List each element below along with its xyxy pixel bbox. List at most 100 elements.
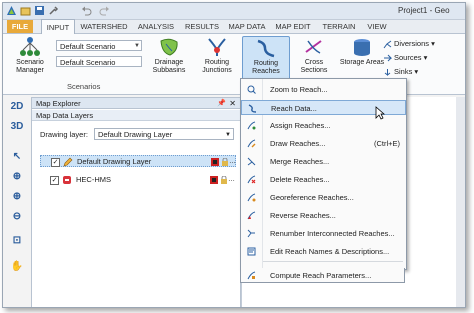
- menu-item-zoom-to-reach[interactable]: Zoom to Reach...: [241, 82, 406, 97]
- tab-watershed[interactable]: WATERSHED: [79, 20, 129, 33]
- view-3d-button[interactable]: 3D: [7, 119, 27, 135]
- layer-checkbox[interactable]: ✓: [51, 158, 60, 167]
- close-icon[interactable]: ✕: [229, 98, 236, 109]
- scenario-combo-2[interactable]: Default Scenario: [56, 56, 142, 67]
- menu-item-label: Draw Reaches...: [270, 139, 326, 148]
- routing-junctions-label: Routing Junctions: [202, 59, 232, 74]
- zoom-icon[interactable]: ⊕: [7, 169, 27, 185]
- diversions-label: Diversions: [394, 39, 430, 48]
- menu-item-assign-reaches[interactable]: Assign Reaches...: [241, 118, 406, 133]
- layer-name: Default Drawing Layer: [77, 157, 152, 166]
- select-pointer-icon[interactable]: ↖: [7, 149, 27, 165]
- tab-file[interactable]: FILE: [7, 20, 33, 33]
- menu-separator: [263, 261, 403, 262]
- tab-map-data[interactable]: MAP DATA: [227, 20, 267, 33]
- hec-hms-icon: [63, 176, 71, 184]
- drainage-subbasins-icon: [160, 38, 178, 56]
- menu-item-edit-reach-names[interactable]: Edit Reach Names & Descriptions...: [241, 244, 406, 259]
- drawing-layer-label: Drawing layer:: [40, 130, 88, 139]
- storage-areas-button[interactable]: Storage Areas: [339, 36, 385, 80]
- mouse-cursor-icon: [375, 106, 385, 120]
- sources-button[interactable]: Sources ▾: [383, 52, 427, 63]
- window-title: Project1 - Geo: [398, 6, 450, 15]
- layer-row[interactable]: ✓ Default Drawing Layer …: [40, 155, 236, 167]
- sinks-icon: [384, 68, 391, 76]
- color-icon[interactable]: [211, 158, 219, 166]
- open-icon[interactable]: [20, 5, 31, 16]
- app-window: Project1 - Geo FILE INPUT WATERSHED ANAL…: [2, 2, 466, 308]
- menu-item-label: Delete Reaches...: [270, 175, 330, 184]
- scenarios-group-label: Scenarios: [67, 82, 101, 91]
- drainage-subbasins-label: Drainage Subbasins: [152, 59, 186, 74]
- menu-item-label: Compute Reach Parameters...: [270, 271, 372, 280]
- menu-item-delete-reaches[interactable]: Delete Reaches...: [241, 172, 406, 187]
- layer-name: HEC-HMS: [76, 175, 111, 184]
- undo-icon[interactable]: [81, 5, 92, 16]
- drawing-layer-select[interactable]: Default Drawing Layer ▼: [94, 128, 234, 140]
- menu-item-label: Assign Reaches...: [270, 121, 331, 130]
- zoom-out-icon[interactable]: ⊖: [7, 209, 27, 225]
- scenario-combo-1-value: Default Scenario: [60, 42, 116, 51]
- cross-sections-icon: [305, 40, 322, 54]
- draw-reach-icon: [247, 139, 256, 148]
- scenario-manager-button[interactable]: Scenario Manager: [7, 36, 53, 80]
- scenario-manager-icon: [20, 37, 40, 56]
- scenario-combo-1[interactable]: Default Scenario ▼: [56, 40, 142, 51]
- reach-data-icon: [248, 104, 257, 113]
- delete-reach-icon: [247, 175, 256, 184]
- tab-analysis[interactable]: ANALYSIS: [135, 20, 177, 33]
- menu-item-merge-reaches[interactable]: Merge Reaches...: [241, 154, 406, 169]
- save-icon[interactable]: [34, 5, 45, 16]
- chevron-down-icon[interactable]: ▼: [225, 129, 231, 141]
- map-data-layers-header: Map Data Layers: [32, 110, 240, 121]
- redo-icon[interactable]: [99, 5, 110, 16]
- tab-view[interactable]: VIEW: [365, 20, 389, 33]
- map-explorer-panel: Map Explorer 📌 ✕ Map Data Layers Drawing l…: [31, 97, 241, 307]
- diversions-button[interactable]: Diversions ▾: [383, 38, 435, 49]
- merge-reach-icon: [247, 157, 256, 166]
- routing-junctions-button[interactable]: Routing Junctions: [194, 36, 240, 80]
- tab-terrain[interactable]: TERRAIN: [319, 20, 359, 33]
- menu-item-renumber-reaches[interactable]: Renumber Interconnected Reaches...: [241, 226, 406, 241]
- options-button[interactable]: …: [228, 174, 236, 183]
- menu-item-label: Renumber Interconnected Reaches...: [270, 229, 395, 238]
- menu-item-label: Merge Reaches...: [270, 157, 330, 166]
- georeference-icon: [247, 193, 256, 202]
- reverse-reach-icon: [247, 211, 256, 220]
- lock-icon[interactable]: [221, 158, 229, 166]
- tab-input[interactable]: INPUT: [41, 19, 75, 35]
- pin-icon[interactable]: 📌: [217, 98, 226, 109]
- menu-item-reverse-reaches[interactable]: Reverse Reaches...: [241, 208, 406, 223]
- zoom-reach-icon: [247, 85, 256, 94]
- menu-item-label: Reverse Reaches...: [270, 211, 336, 220]
- color-icon[interactable]: [210, 176, 218, 184]
- tab-results[interactable]: RESULTS: [183, 20, 221, 33]
- chevron-down-icon[interactable]: ▼: [134, 41, 140, 52]
- view-2d-button[interactable]: 2D: [7, 99, 27, 115]
- tab-map-edit[interactable]: MAP EDIT: [273, 20, 313, 33]
- zoom-extents-icon[interactable]: ⊡: [7, 233, 27, 249]
- menu-item-label: Reach Data...: [271, 104, 317, 113]
- sinks-button[interactable]: Sinks ▾: [383, 66, 418, 77]
- scenario-manager-label: Scenario Manager: [16, 59, 44, 74]
- tools-icon[interactable]: [48, 5, 59, 16]
- left-toolbar: 2D 3D ↖ ⊕ ⊕ ⊖ ⊡ ✋: [5, 97, 29, 307]
- layer-checkbox[interactable]: ✓: [50, 176, 59, 185]
- lock-icon[interactable]: [220, 176, 228, 184]
- menu-item-draw-reaches[interactable]: Draw Reaches... (Ctrl+E): [241, 136, 406, 151]
- menu-item-georeference-reaches[interactable]: Georeference Reaches...: [241, 190, 406, 205]
- zoom-in-icon[interactable]: ⊕: [7, 189, 27, 205]
- menu-item-compute-reach-parameters[interactable]: Compute Reach Parameters...: [240, 268, 405, 283]
- layer-row[interactable]: ✓ HEC-HMS …: [40, 174, 236, 186]
- routing-reaches-label: Routing Reaches: [252, 60, 280, 75]
- vertical-scrollbar[interactable]: [456, 97, 465, 307]
- diversions-icon: [383, 40, 392, 48]
- menu-item-label: Georeference Reaches...: [270, 193, 354, 202]
- storage-areas-icon: [354, 39, 370, 56]
- drainage-subbasins-button[interactable]: Drainage Subbasins: [146, 36, 192, 80]
- routing-reaches-button[interactable]: Routing Reaches: [242, 36, 290, 82]
- pan-hand-icon[interactable]: ✋: [7, 259, 27, 275]
- options-button[interactable]: …: [229, 156, 237, 165]
- menu-item-label: Zoom to Reach...: [270, 85, 328, 94]
- cross-sections-button[interactable]: Cross Sections: [291, 36, 337, 80]
